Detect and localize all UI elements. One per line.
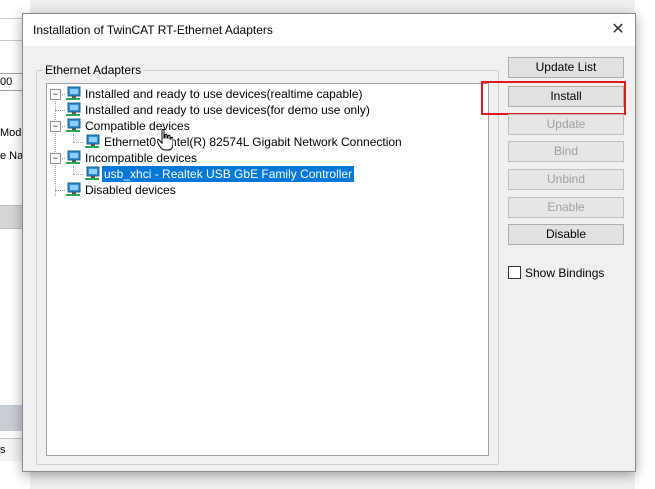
network-adapter-icon — [66, 150, 81, 164]
enable-button[interactable]: Enable — [508, 197, 624, 218]
collapse-icon[interactable]: − — [50, 89, 61, 100]
tree-item-demo[interactable]: Installed and ready to use devices(for d… — [47, 102, 487, 118]
tree-item-label: Ethernet0 - Intel(R) 82574L Gigabit Netw… — [104, 135, 402, 149]
collapse-icon[interactable]: − — [50, 121, 61, 132]
dialog-title: Installation of TwinCAT RT-Ethernet Adap… — [33, 23, 273, 37]
close-icon[interactable]: ✕ — [601, 14, 635, 46]
install-adapters-dialog: Installation of TwinCAT RT-Ethernet Adap… — [22, 13, 636, 472]
update-list-button[interactable]: Update List — [508, 57, 624, 78]
disable-button[interactable]: Disable — [508, 224, 624, 245]
ethernet-adapters-group: Ethernet Adapters − Installed and ready … — [36, 63, 499, 465]
network-adapter-icon — [85, 166, 100, 180]
background-right-strip — [635, 0, 655, 489]
collapse-icon[interactable]: − — [50, 153, 61, 164]
unbind-button[interactable]: Unbind — [508, 169, 624, 190]
tree-item-usb-xhci[interactable]: usb_xhci - Realtek USB GbE Family Contro… — [47, 166, 487, 182]
dialog-titlebar[interactable]: Installation of TwinCAT RT-Ethernet Adap… — [23, 14, 635, 46]
group-label: Ethernet Adapters — [43, 63, 144, 77]
network-adapter-icon — [85, 134, 100, 148]
tree-item-compatible[interactable]: − Compatible devices — [47, 118, 487, 134]
tree-item-label: Installed and ready to use devices(for d… — [85, 103, 370, 117]
tree-item-label: Disabled devices — [85, 183, 176, 197]
network-adapter-icon — [66, 118, 81, 132]
install-highlight-box — [481, 81, 626, 115]
tree-item-label-selected: usb_xhci - Realtek USB GbE Family Contro… — [102, 166, 355, 182]
tree-item-label: Compatible devices — [85, 119, 190, 133]
hand-cursor-icon — [157, 129, 173, 151]
tree-item-label: Installed and ready to use devices(realt… — [85, 87, 363, 101]
tree-item-label: Incompatible devices — [85, 151, 198, 165]
network-adapter-icon — [66, 182, 81, 196]
bind-button[interactable]: Bind — [508, 141, 624, 162]
update-button[interactable]: Update — [508, 114, 624, 135]
adapter-tree[interactable]: − Installed and ready to use devices(rea… — [46, 83, 489, 456]
show-bindings-checkbox[interactable] — [508, 266, 521, 279]
tree-item-incompatible[interactable]: − Incompatible devices — [47, 150, 487, 166]
bg-bottom-tab-label: s — [0, 444, 6, 456]
network-adapter-icon — [66, 86, 81, 100]
show-bindings-label: Show Bindings — [525, 266, 605, 280]
tree-item-realtime[interactable]: − Installed and ready to use devices(rea… — [47, 86, 487, 102]
network-adapter-icon — [66, 102, 81, 116]
tree-item-disabled[interactable]: Disabled devices — [47, 182, 487, 198]
tree-item-ethernet0[interactable]: Ethernet0 - Intel(R) 82574L Gigabit Netw… — [47, 134, 487, 150]
